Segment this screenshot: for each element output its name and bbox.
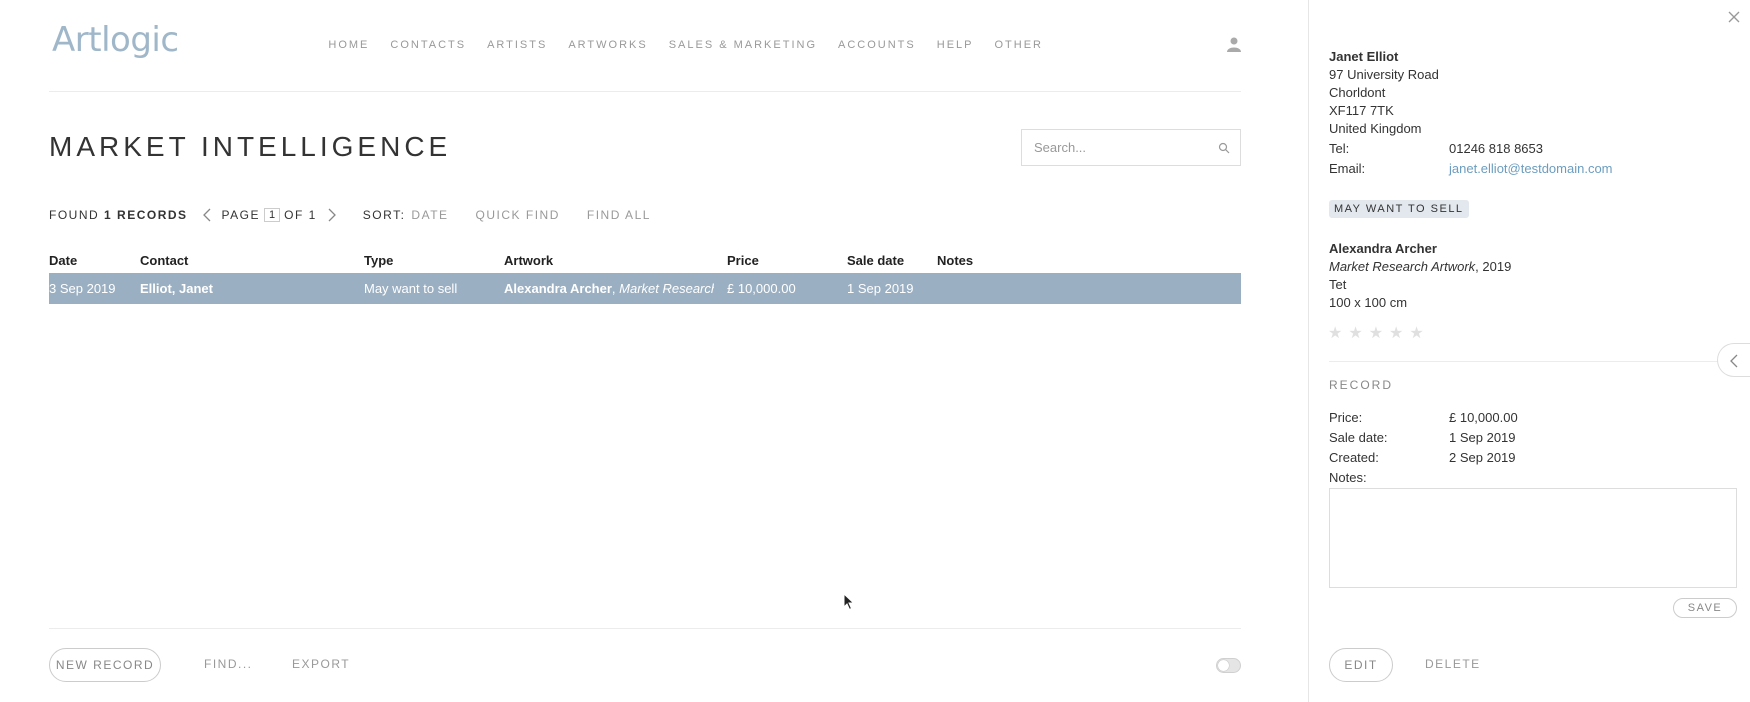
row-artwork: Alexandra Archer, Market Research... [504,281,714,296]
delete-button[interactable]: DELETE [1425,657,1481,671]
email-link[interactable]: janet.elliot@testdomain.com [1449,161,1613,176]
nav-artworks[interactable]: ARTWORKS [568,39,647,51]
notes-textarea[interactable] [1329,488,1737,588]
nav-artists[interactable]: ARTISTS [487,39,547,51]
star-icon[interactable]: ★ [1348,323,1362,343]
prev-page-icon[interactable] [202,208,212,222]
contact-name[interactable]: Janet Elliot [1329,49,1398,64]
nav-home[interactable]: HOME [328,39,369,51]
main-nav: HOME CONTACTS ARTISTS ARTWORKS SALES & M… [307,39,1043,51]
tel-label: Tel: [1329,141,1350,156]
user-icon[interactable] [1226,36,1242,52]
sale-date-label: Sale date: [1329,430,1388,445]
star-icon[interactable]: ★ [1409,323,1423,343]
address-line-4: United Kingdom [1329,121,1422,136]
page-of-label: OF 1 [284,208,317,222]
view-toggle[interactable] [1216,658,1241,673]
artwork-dimensions: 100 x 100 cm [1329,295,1408,310]
tel-value: 01246 818 8653 [1449,141,1543,156]
results-toolbar: FOUND 1 RECORDS PAGE 1 OF 1 SORT: DATE Q… [49,208,651,222]
search-icon[interactable] [1218,142,1230,154]
created-label: Created: [1329,450,1379,465]
chevron-left-icon [1730,354,1738,368]
nav-other[interactable]: OTHER [995,39,1044,51]
type-badge: MAY WANT TO SELL [1329,200,1469,218]
sort-label: SORT: [362,208,406,222]
row-artwork-title: Market Research... [619,281,714,296]
row-type: May want to sell [364,281,458,296]
search-input[interactable] [1032,139,1216,156]
detail-panel: Janet Elliot 97 University Road Chorldon… [1308,0,1750,702]
toggle-knob [1218,660,1229,671]
mouse-cursor-icon [843,593,855,611]
notes-label: Notes: [1329,470,1367,485]
star-icon[interactable]: ★ [1369,323,1383,343]
find-button[interactable]: FIND... [204,657,253,671]
star-rating: ★ ★ ★ ★ ★ [1328,323,1424,343]
row-sale-date: 1 Sep 2019 [847,281,914,296]
address-line-1: 97 University Road [1329,67,1439,82]
price-value: £ 10,000.00 [1449,410,1518,425]
nav-accounts[interactable]: ACCOUNTS [838,39,916,51]
export-button[interactable]: EXPORT [292,657,350,671]
column-header-type[interactable]: Type [364,253,393,268]
sale-date-value: 1 Sep 2019 [1449,430,1516,445]
nav-sales-marketing[interactable]: SALES & MARKETING [669,39,817,51]
next-page-icon[interactable] [327,208,337,222]
row-price: £ 10,000.00 [727,281,796,296]
close-icon[interactable] [1727,10,1741,24]
sort-date-option[interactable]: DATE [411,208,448,222]
artwork-year: , 2019 [1475,259,1512,274]
artwork-artist[interactable]: Alexandra Archer [1329,241,1437,256]
nav-help[interactable]: HELP [937,39,974,51]
email-label: Email: [1329,161,1366,176]
save-button[interactable]: SAVE [1673,598,1737,618]
edit-button[interactable]: EDIT [1329,648,1393,682]
row-contact: Elliot, Janet [140,281,213,296]
record-divider [1329,361,1750,362]
address-line-3: XF117 7TK [1329,103,1394,118]
column-header-contact[interactable]: Contact [140,253,188,268]
footer-divider [49,628,1241,629]
artlogic-logo[interactable]: Artlogic [52,20,179,60]
column-header-date[interactable]: Date [49,253,77,268]
created-value: 2 Sep 2019 [1449,450,1516,465]
new-record-button[interactable]: NEW RECORD [49,648,161,682]
address-line-2: Chorldont [1329,85,1386,100]
find-all-button[interactable]: FIND ALL [587,208,651,222]
star-icon[interactable]: ★ [1328,323,1342,343]
main-area: Artlogic HOME CONTACTS ARTISTS ARTWORKS … [0,0,1308,702]
page-label: PAGE [221,208,260,222]
column-header-artwork[interactable]: Artwork [504,253,553,268]
record-heading: RECORD [1329,378,1394,392]
found-count: 1 RECORDS [104,208,188,222]
page-number-input[interactable]: 1 [264,208,281,222]
quick-find-button[interactable]: QUICK FIND [476,208,560,222]
column-header-sale-date[interactable]: Sale date [847,253,904,268]
price-label: Price: [1329,410,1363,425]
column-header-price[interactable]: Price [727,253,759,268]
nav-contacts[interactable]: CONTACTS [390,39,466,51]
artwork-title[interactable]: Market Research Artwork [1329,259,1475,274]
column-header-notes[interactable]: Notes [937,253,973,268]
search-box [1021,129,1241,166]
star-icon[interactable]: ★ [1389,323,1403,343]
artwork-title-line: Market Research Artwork, 2019 [1329,259,1511,274]
collapse-panel-button[interactable] [1717,343,1750,377]
page-title: MARKET INTELLIGENCE [49,131,452,162]
artwork-medium: Tet [1329,277,1347,292]
row-artwork-artist: Alexandra Archer [504,281,612,296]
header-divider [49,91,1241,92]
row-date: 3 Sep 2019 [49,281,116,296]
found-label: FOUND [49,208,100,222]
